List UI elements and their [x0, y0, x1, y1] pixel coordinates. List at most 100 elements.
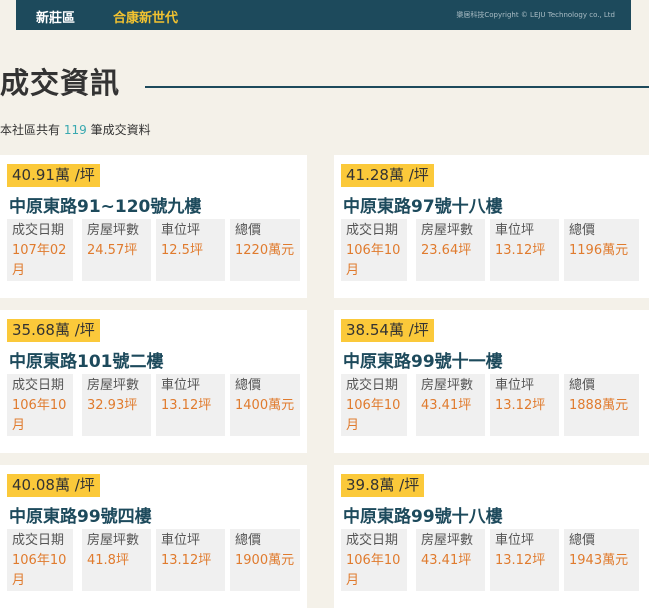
total-value: 1943萬元	[569, 553, 629, 568]
address-title[interactable]: 中原東路99號十八樓	[343, 502, 503, 527]
total-label: 總價	[569, 378, 596, 393]
parking-label: 車位坪	[161, 533, 201, 548]
parking-value: 12.5坪	[161, 243, 203, 258]
area-label: 房屋坪數	[87, 223, 140, 238]
area-value: 24.57坪	[87, 243, 138, 258]
transaction-card[interactable]: 40.08萬 /坪 中原東路99號四樓 成交日期 106年10月 房屋坪數 41.8…	[0, 465, 307, 608]
total-label: 總價	[235, 533, 262, 548]
district-link[interactable]: 新莊區	[36, 7, 75, 26]
parking-label: 車位坪	[495, 533, 535, 548]
unit-price-badge: 35.68萬 /坪	[7, 319, 100, 342]
date-cell: 成交日期 106年10月	[7, 374, 73, 436]
date-cell: 成交日期 106年10月	[7, 529, 73, 591]
parking-cell: 車位坪 13.12坪	[490, 374, 559, 436]
transaction-card[interactable]: 35.68萬 /坪 中原東路101號二樓 成交日期 106年10月 房屋坪數 32.…	[0, 310, 307, 453]
unit-price-badge: 41.28萬 /坪	[341, 164, 434, 187]
parking-value: 13.12坪	[495, 243, 546, 258]
total-cell: 總價 1196萬元	[564, 219, 639, 281]
parking-label: 車位坪	[161, 378, 201, 393]
total-cell: 總價 1900萬元	[230, 529, 300, 591]
address-title[interactable]: 中原東路101號二樓	[9, 347, 164, 372]
address-title[interactable]: 中原東路99號四樓	[9, 502, 152, 527]
area-value: 43.41坪	[421, 398, 472, 413]
section-title: 成交資訊	[0, 66, 121, 100]
total-cell: 總價 1220萬元	[230, 219, 300, 281]
transaction-card[interactable]: 39.8萬 /坪 中原東路99號十八樓 成交日期 106年10月 房屋坪數 43.4…	[334, 465, 649, 608]
total-value: 1220萬元	[235, 243, 295, 258]
area-value: 43.41坪	[421, 553, 472, 568]
date-value: 107年02月	[12, 243, 67, 278]
parking-value: 13.12坪	[161, 553, 212, 568]
date-label: 成交日期	[12, 378, 65, 393]
total-label: 總價	[569, 223, 596, 238]
total-cell: 總價 1888萬元	[564, 374, 639, 436]
unit-price-badge: 40.91萬 /坪	[7, 164, 100, 187]
parking-label: 車位坪	[495, 223, 535, 238]
total-label: 總價	[569, 533, 596, 548]
parking-cell: 車位坪 12.5坪	[156, 219, 225, 281]
date-value: 106年10月	[346, 553, 401, 588]
date-label: 成交日期	[346, 378, 399, 393]
date-label: 成交日期	[346, 533, 399, 548]
total-cell: 總價 1943萬元	[564, 529, 639, 591]
area-cell: 房屋坪數 41.8坪	[82, 529, 151, 591]
transaction-card[interactable]: 38.54萬 /坪 中原東路99號十一樓 成交日期 106年10月 房屋坪數 43.…	[334, 310, 649, 453]
date-label: 成交日期	[12, 533, 65, 548]
parking-value: 13.12坪	[495, 553, 546, 568]
area-cell: 房屋坪數 23.64坪	[416, 219, 485, 281]
transaction-summary: 本社區共有 119 筆成交資料	[0, 121, 151, 138]
total-value: 1400萬元	[235, 398, 295, 413]
area-label: 房屋坪數	[421, 533, 474, 548]
date-value: 106年10月	[12, 553, 67, 588]
area-label: 房屋坪數	[421, 378, 474, 393]
community-link[interactable]: 合康新世代	[113, 7, 178, 26]
transaction-count: 119	[63, 123, 87, 137]
area-value: 41.8坪	[87, 553, 129, 568]
parking-value: 13.12坪	[161, 398, 212, 413]
date-cell: 成交日期 106年10月	[341, 219, 407, 281]
area-label: 房屋坪數	[421, 223, 474, 238]
address-title[interactable]: 中原東路91~120號九樓	[9, 192, 201, 217]
parking-cell: 車位坪 13.12坪	[156, 374, 225, 436]
date-cell: 成交日期 106年10月	[341, 529, 407, 591]
address-title[interactable]: 中原東路99號十一樓	[343, 347, 503, 372]
parking-label: 車位坪	[161, 223, 201, 238]
date-value: 106年10月	[346, 398, 401, 433]
parking-value: 13.12坪	[495, 398, 546, 413]
copyright-text: 樂居科技Copyright © LEJU Technology co., Ltd	[456, 11, 615, 19]
unit-price-badge: 40.08萬 /坪	[7, 474, 100, 497]
area-cell: 房屋坪數 43.41坪	[416, 374, 485, 436]
total-value: 1888萬元	[569, 398, 629, 413]
area-cell: 房屋坪數 43.41坪	[416, 529, 485, 591]
area-value: 32.93坪	[87, 398, 138, 413]
parking-cell: 車位坪 13.12坪	[490, 529, 559, 591]
date-value: 106年10月	[12, 398, 67, 433]
unit-price-badge: 38.54萬 /坪	[341, 319, 434, 342]
area-value: 23.64坪	[421, 243, 472, 258]
date-value: 106年10月	[346, 243, 401, 278]
date-label: 成交日期	[12, 223, 65, 238]
summary-suffix: 筆成交資料	[90, 123, 151, 137]
area-label: 房屋坪數	[87, 378, 140, 393]
summary-prefix: 本社區共有	[0, 123, 61, 137]
area-label: 房屋坪數	[87, 533, 140, 548]
parking-cell: 車位坪 13.12坪	[490, 219, 559, 281]
transaction-card[interactable]: 41.28萬 /坪 中原東路97號十八樓 成交日期 106年10月 房屋坪數 23.…	[334, 155, 649, 298]
total-label: 總價	[235, 378, 262, 393]
parking-label: 車位坪	[495, 378, 535, 393]
area-cell: 房屋坪數 32.93坪	[82, 374, 151, 436]
total-cell: 總價 1400萬元	[230, 374, 300, 436]
total-label: 總價	[235, 223, 262, 238]
transaction-card[interactable]: 40.91萬 /坪 中原東路91~120號九樓 成交日期 107年02月 房屋坪數…	[0, 155, 307, 298]
parking-cell: 車位坪 13.12坪	[156, 529, 225, 591]
date-cell: 成交日期 106年10月	[341, 374, 407, 436]
address-title[interactable]: 中原東路97號十八樓	[343, 192, 503, 217]
total-value: 1900萬元	[235, 553, 295, 568]
unit-price-badge: 39.8萬 /坪	[341, 474, 425, 497]
area-cell: 房屋坪數 24.57坪	[82, 219, 151, 281]
title-divider	[145, 86, 649, 88]
top-bar: 新莊區 合康新世代 樂居科技Copyright © LEJU Technolog…	[16, 0, 631, 30]
date-label: 成交日期	[346, 223, 399, 238]
total-value: 1196萬元	[569, 243, 629, 258]
date-cell: 成交日期 107年02月	[7, 219, 73, 281]
